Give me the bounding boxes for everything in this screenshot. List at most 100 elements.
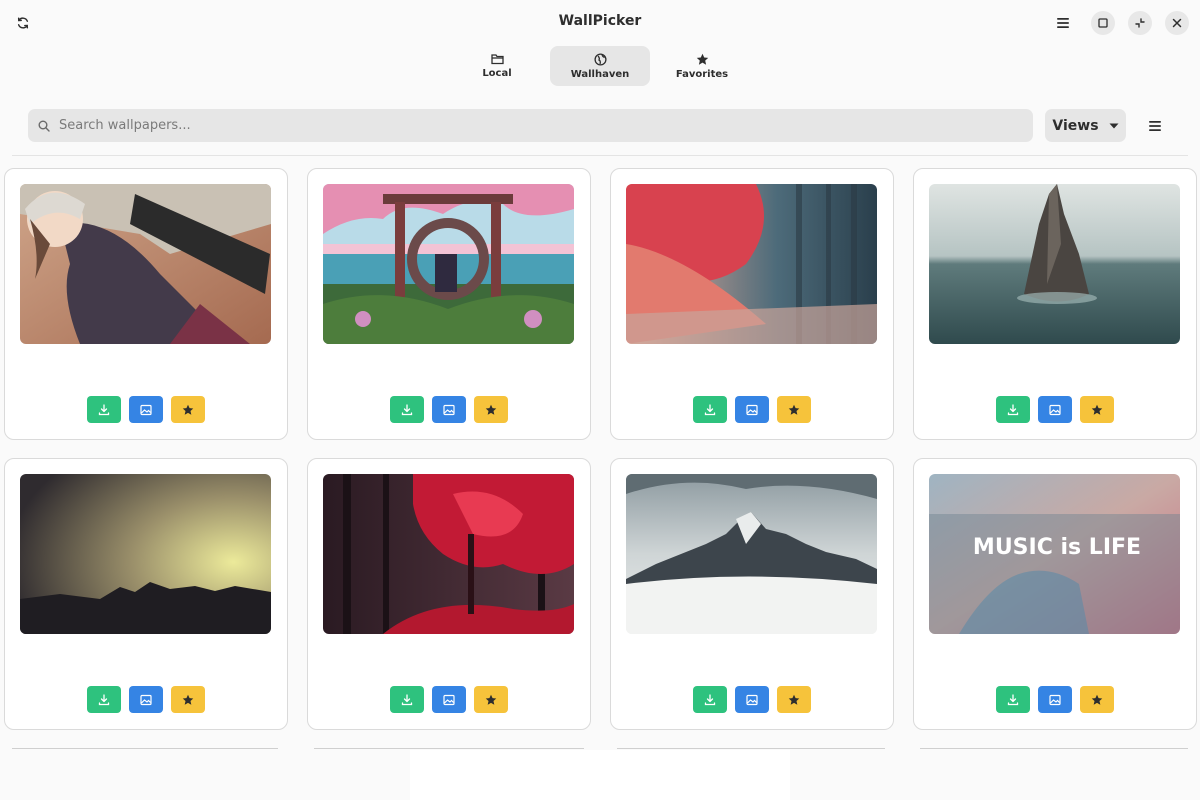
image-icon <box>746 694 758 705</box>
search-input[interactable]: Search wallpapers... <box>28 109 1033 142</box>
image-icon <box>443 694 455 705</box>
tab-favorites[interactable]: Favorites <box>652 46 752 86</box>
download-button[interactable] <box>390 686 424 713</box>
folder-icon <box>490 54 504 65</box>
download-button[interactable] <box>693 686 727 713</box>
star-icon <box>182 694 194 705</box>
wallpaper-card[interactable]: MUSIC is LIFE <box>913 458 1197 730</box>
download-icon <box>401 693 413 705</box>
set-wallpaper-button[interactable] <box>735 396 769 423</box>
view-switcher: Local Wallhaven Favorites <box>0 46 1200 86</box>
maximize-button[interactable] <box>1091 11 1115 35</box>
download-icon <box>1007 693 1019 705</box>
card-actions <box>914 396 1196 423</box>
wallpaper-card[interactable] <box>610 458 894 730</box>
wallpaper-card[interactable] <box>913 168 1197 440</box>
wallpaper-overlay-text: MUSIC is LIFE <box>973 535 1141 560</box>
wallpaper-thumbnail[interactable] <box>20 474 271 634</box>
card-actions <box>308 396 590 423</box>
image-icon <box>1049 404 1061 415</box>
favorite-button[interactable] <box>171 686 205 713</box>
set-wallpaper-button[interactable] <box>432 686 466 713</box>
image-icon <box>1049 694 1061 705</box>
download-icon <box>1007 403 1019 415</box>
star-icon <box>788 694 800 705</box>
image-icon <box>746 404 758 415</box>
favorite-button[interactable] <box>474 686 508 713</box>
wallpaper-thumbnail[interactable] <box>20 184 271 344</box>
image-icon <box>140 404 152 415</box>
wallpaper-card[interactable] <box>610 168 894 440</box>
card-actions <box>308 686 590 713</box>
download-icon <box>704 693 716 705</box>
star-icon <box>788 404 800 415</box>
next-row-edge <box>314 748 584 749</box>
wallpaper-card[interactable] <box>307 458 591 730</box>
favorite-button[interactable] <box>777 686 811 713</box>
set-wallpaper-button[interactable] <box>129 396 163 423</box>
tab-wallhaven[interactable]: Wallhaven <box>550 46 650 86</box>
tab-local-label: Local <box>482 68 512 79</box>
set-wallpaper-button[interactable] <box>735 686 769 713</box>
card-actions <box>5 686 287 713</box>
wallpaper-thumbnail[interactable] <box>626 474 877 634</box>
wallpaper-thumbnail[interactable] <box>323 474 574 634</box>
restore-icon <box>1135 18 1145 28</box>
wallpaper-card[interactable] <box>4 458 288 730</box>
options-menu-button[interactable] <box>1144 115 1166 137</box>
card-actions <box>914 686 1196 713</box>
download-button[interactable] <box>693 396 727 423</box>
hamburger-icon <box>1149 121 1161 131</box>
toolbar-divider <box>12 155 1188 156</box>
next-row-edge <box>12 748 278 749</box>
search-placeholder: Search wallpapers... <box>59 118 191 133</box>
card-actions <box>611 396 893 423</box>
views-label: Views <box>1052 117 1099 134</box>
set-wallpaper-button[interactable] <box>1038 396 1072 423</box>
favorite-button[interactable] <box>1080 396 1114 423</box>
globe-icon <box>593 52 607 66</box>
wallpaper-card[interactable] <box>4 168 288 440</box>
restore-button[interactable] <box>1128 11 1152 35</box>
close-icon <box>1172 18 1182 28</box>
favorite-button[interactable] <box>1080 686 1114 713</box>
header-bar: WallPicker <box>0 0 1200 44</box>
download-button[interactable] <box>390 396 424 423</box>
star-icon <box>1091 694 1103 705</box>
star-icon <box>485 404 497 415</box>
star-icon <box>1091 404 1103 415</box>
views-dropdown[interactable]: Views <box>1045 109 1126 142</box>
star-icon <box>485 694 497 705</box>
tab-local[interactable]: Local <box>447 46 547 86</box>
wallpaper-card[interactable] <box>307 168 591 440</box>
star-icon <box>182 404 194 415</box>
download-button[interactable] <box>87 686 121 713</box>
set-wallpaper-button[interactable] <box>432 396 466 423</box>
download-button[interactable] <box>996 396 1030 423</box>
search-icon <box>38 120 50 132</box>
star-icon <box>696 53 708 65</box>
wallpaper-thumbnail[interactable] <box>323 184 574 344</box>
wallpaper-thumbnail[interactable] <box>929 184 1180 344</box>
card-actions <box>611 686 893 713</box>
set-wallpaper-button[interactable] <box>1038 686 1072 713</box>
close-button[interactable] <box>1165 11 1189 35</box>
download-button[interactable] <box>996 686 1030 713</box>
main-menu-button[interactable] <box>1051 11 1075 35</box>
download-button[interactable] <box>87 396 121 423</box>
wallpaper-thumbnail[interactable]: MUSIC is LIFE <box>929 474 1180 634</box>
download-icon <box>704 403 716 415</box>
image-icon <box>443 404 455 415</box>
favorite-button[interactable] <box>777 396 811 423</box>
favorite-button[interactable] <box>171 396 205 423</box>
wallpaper-thumbnail[interactable] <box>626 184 877 344</box>
tab-wallhaven-label: Wallhaven <box>570 68 630 80</box>
hamburger-icon <box>1057 18 1069 28</box>
next-row-edge <box>617 748 885 749</box>
card-actions <box>5 396 287 423</box>
app-title: WallPicker <box>558 13 642 29</box>
favorite-button[interactable] <box>474 396 508 423</box>
set-wallpaper-button[interactable] <box>129 686 163 713</box>
next-row-edge <box>920 748 1188 749</box>
maximize-icon <box>1098 18 1108 28</box>
